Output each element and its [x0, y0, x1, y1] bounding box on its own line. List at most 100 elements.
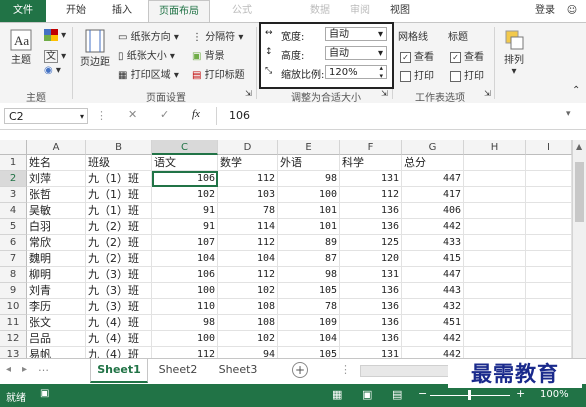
- table-cell[interactable]: 九（1）班: [86, 171, 152, 187]
- worksheet-grid[interactable]: A B C D E F G H I 1 姓名 班级 语文 数学 外语 科学 总分 2 刘萍 九（1）班 106 112 98…: [0, 140, 572, 363]
- row-header[interactable]: 1: [0, 155, 27, 171]
- table-cell[interactable]: 447: [402, 267, 464, 283]
- column-header-b[interactable]: B: [86, 140, 152, 155]
- table-cell[interactable]: 柳明: [27, 267, 86, 283]
- print-area-button[interactable]: ▦ 打印区域 ▾: [118, 66, 179, 81]
- normal-view-icon[interactable]: ▦: [332, 388, 342, 401]
- page-setup-launcher-icon[interactable]: ⇲: [245, 89, 252, 98]
- expand-formula-icon[interactable]: ▾: [566, 109, 571, 119]
- table-cell[interactable]: 108: [218, 315, 278, 331]
- table-cell[interactable]: 九（4）班: [86, 315, 152, 331]
- table-cell[interactable]: 100: [152, 283, 218, 299]
- more-sheets-icon[interactable]: …: [38, 361, 49, 374]
- headings-print-checkbox[interactable]: 打印: [450, 67, 484, 82]
- table-cell[interactable]: 李历: [27, 299, 86, 315]
- tab-view[interactable]: 视图: [380, 0, 420, 22]
- table-cell[interactable]: 100: [152, 331, 218, 347]
- tab-page-layout[interactable]: 页面布局: [148, 0, 210, 22]
- table-cell[interactable]: 91: [152, 219, 218, 235]
- table-cell[interactable]: 98: [278, 171, 340, 187]
- select-all-corner[interactable]: [0, 140, 27, 155]
- column-header-i[interactable]: I: [526, 140, 572, 155]
- width-select[interactable]: 自动 ▾: [325, 27, 387, 41]
- table-cell[interactable]: 108: [218, 299, 278, 315]
- table-cell[interactable]: 张文: [27, 315, 86, 331]
- table-cell[interactable]: 106: [152, 267, 218, 283]
- page-layout-view-icon[interactable]: ▣: [362, 388, 372, 401]
- formula-input[interactable]: 106: [216, 107, 569, 125]
- table-cell[interactable]: 442: [402, 331, 464, 347]
- table-cell[interactable]: 吕品: [27, 331, 86, 347]
- table-cell[interactable]: 九（3）班: [86, 299, 152, 315]
- table-cell[interactable]: [464, 219, 526, 235]
- row-header[interactable]: 11: [0, 315, 27, 331]
- size-button[interactable]: ▯ 纸张大小 ▾: [118, 47, 175, 62]
- scale-launcher-icon[interactable]: ⇲: [381, 89, 388, 98]
- page-break-view-icon[interactable]: ▤: [392, 388, 402, 401]
- table-cell[interactable]: 433: [402, 235, 464, 251]
- login-link[interactable]: 登录: [530, 0, 560, 22]
- table-cell[interactable]: 魏明: [27, 251, 86, 267]
- scale-spinner[interactable]: 120% ▴ ▾: [325, 64, 387, 80]
- table-cell[interactable]: 九（1）班: [86, 187, 152, 203]
- header-cell[interactable]: 班级: [86, 155, 152, 171]
- table-cell[interactable]: 136: [340, 203, 402, 219]
- column-header-c[interactable]: C: [152, 140, 218, 155]
- themes-button[interactable]: Aa 主题: [6, 29, 36, 66]
- row-header[interactable]: 9: [0, 283, 27, 299]
- header-cell[interactable]: 外语: [278, 155, 340, 171]
- table-cell[interactable]: 吴敏: [27, 203, 86, 219]
- tab-review[interactable]: 审阅: [340, 0, 380, 22]
- name-box[interactable]: C2 ▾: [4, 108, 88, 124]
- table-cell[interactable]: 112: [340, 187, 402, 203]
- table-cell[interactable]: 120: [340, 251, 402, 267]
- column-header-f[interactable]: F: [340, 140, 402, 155]
- table-cell[interactable]: [464, 331, 526, 347]
- table-cell[interactable]: [464, 315, 526, 331]
- column-header-e[interactable]: E: [278, 140, 340, 155]
- height-select[interactable]: 自动 ▾: [325, 46, 387, 60]
- header-cell[interactable]: 姓名: [27, 155, 86, 171]
- column-header-d[interactable]: D: [218, 140, 278, 155]
- row-header[interactable]: 4: [0, 203, 27, 219]
- table-cell[interactable]: [526, 331, 572, 347]
- table-cell[interactable]: 100: [278, 187, 340, 203]
- arrange-button[interactable]: 排列 ▾: [500, 29, 528, 77]
- tab-data[interactable]: 数据: [300, 0, 340, 22]
- row-header[interactable]: 7: [0, 251, 27, 267]
- table-cell[interactable]: 131: [340, 267, 402, 283]
- vertical-scrollbar[interactable]: ▲: [572, 140, 586, 358]
- tab-formulas[interactable]: 公式: [222, 0, 262, 22]
- colors-button[interactable]: ▾: [44, 29, 66, 41]
- table-cell[interactable]: [464, 267, 526, 283]
- table-cell[interactable]: [464, 235, 526, 251]
- zoom-slider-thumb[interactable]: [468, 390, 471, 400]
- table-cell[interactable]: 78: [278, 299, 340, 315]
- macro-record-icon[interactable]: ▣: [40, 388, 49, 399]
- row-header[interactable]: 12: [0, 331, 27, 347]
- table-cell[interactable]: 107: [152, 235, 218, 251]
- table-cell[interactable]: 101: [278, 219, 340, 235]
- sheet-next-icon[interactable]: ▸: [22, 364, 27, 375]
- scrollbar-thumb[interactable]: [575, 162, 584, 222]
- breaks-button[interactable]: ⋮ 分隔符 ▾: [192, 28, 243, 43]
- table-cell[interactable]: [526, 235, 572, 251]
- table-cell[interactable]: 104: [218, 251, 278, 267]
- gridlines-view-checkbox[interactable]: ✓ 查看: [400, 48, 434, 63]
- print-titles-button[interactable]: ▤ 打印标题: [192, 66, 245, 81]
- table-cell[interactable]: [464, 299, 526, 315]
- table-cell[interactable]: 78: [218, 203, 278, 219]
- table-cell[interactable]: 103: [218, 187, 278, 203]
- table-cell[interactable]: 102: [152, 187, 218, 203]
- table-cell[interactable]: 447: [402, 171, 464, 187]
- header-cell[interactable]: 总分: [402, 155, 464, 171]
- fonts-button[interactable]: 文 ▾: [44, 47, 66, 63]
- table-cell[interactable]: 张哲: [27, 187, 86, 203]
- header-cell[interactable]: 数学: [218, 155, 278, 171]
- zoom-out-icon[interactable]: −: [418, 387, 427, 400]
- headings-view-checkbox[interactable]: ✓ 查看: [450, 48, 484, 63]
- header-cell[interactable]: 科学: [340, 155, 402, 171]
- table-cell[interactable]: 九（3）班: [86, 283, 152, 299]
- collapse-ribbon-icon[interactable]: ⌃: [572, 85, 580, 96]
- sheet-tab-1[interactable]: Sheet1: [90, 359, 148, 383]
